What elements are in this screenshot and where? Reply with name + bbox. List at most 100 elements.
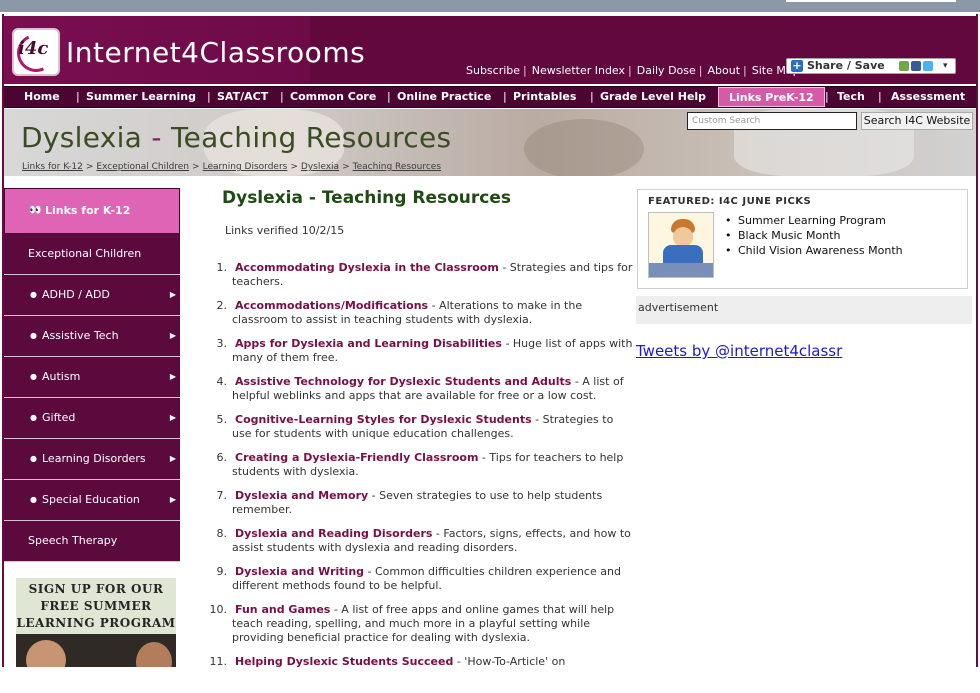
sidebar-item[interactable]: Speech Therapy bbox=[4, 521, 180, 562]
sidebar-item-label: Speech Therapy bbox=[28, 534, 118, 547]
top-link[interactable]: Newsletter Index bbox=[532, 64, 625, 77]
sidebar-item-label: Links for K-12 bbox=[45, 204, 131, 217]
promo-line: SIGN UP FOR OUR bbox=[28, 582, 164, 596]
featured-image[interactable] bbox=[648, 212, 714, 278]
nav-item[interactable]: Tech bbox=[837, 87, 865, 107]
bullet-icon: ● bbox=[30, 454, 37, 463]
resource-number: 2. bbox=[216, 299, 228, 312]
nav-separator: | bbox=[280, 90, 284, 103]
bullet-icon: ● bbox=[30, 290, 37, 299]
resource-link[interactable]: Cognitive-Learning Styles for Dyslexic S… bbox=[235, 413, 532, 426]
share-save-button[interactable]: + Share / Save ▾ bbox=[786, 58, 956, 74]
bullet-icon: ● bbox=[30, 495, 37, 504]
search-button[interactable]: Search I4C Website bbox=[861, 112, 973, 130]
resource-description: - 'How-To-Article' on bbox=[453, 655, 566, 668]
hero-title-part1: Dyslexia bbox=[21, 121, 143, 154]
sidebar-item[interactable]: Exceptional Children bbox=[4, 234, 180, 275]
featured-item[interactable]: Black Music Month bbox=[725, 229, 903, 243]
search-placeholder: Custom Search bbox=[692, 116, 761, 126]
chevron-down-icon: ▾ bbox=[943, 61, 948, 71]
nav-item[interactable]: Assessment bbox=[891, 87, 965, 107]
resource-number: 5. bbox=[216, 413, 228, 426]
top-link[interactable]: About bbox=[707, 64, 740, 77]
email-share-icon bbox=[899, 61, 909, 71]
resource-number: 7. bbox=[216, 489, 228, 502]
sidebar-item[interactable]: ● ▶ Learning Disorders bbox=[4, 439, 180, 480]
nav-item[interactable]: Summer Learning bbox=[86, 87, 196, 107]
breadcrumb-link[interactable]: Links for K-12 bbox=[22, 162, 83, 172]
hero-title-part2: Teaching Resources bbox=[170, 121, 452, 154]
featured-item[interactable]: Summer Learning Program bbox=[725, 214, 903, 228]
chevron-right-icon: ▶ bbox=[169, 372, 176, 381]
sidebar-item-label: Special Education bbox=[42, 493, 140, 506]
top-link[interactable]: Subscribe bbox=[466, 64, 520, 77]
resource-link[interactable]: Dyslexia and Reading Disorders bbox=[235, 527, 432, 540]
resource-number: 4. bbox=[216, 375, 228, 388]
resource-link[interactable]: Dyslexia and Writing bbox=[235, 565, 364, 578]
top-link-separator: | bbox=[743, 64, 747, 77]
nav-separator: | bbox=[207, 90, 211, 103]
featured-item[interactable]: Child Vision Awareness Month bbox=[725, 244, 903, 258]
nav-item[interactable]: Online Practice bbox=[397, 87, 491, 107]
resource-link[interactable]: Accommodations/Modifications bbox=[235, 299, 428, 312]
resource-link[interactable]: Fun and Games bbox=[235, 603, 330, 616]
sidebar-item[interactable]: ● ▶ Special Education bbox=[4, 480, 180, 521]
top-link-separator: | bbox=[698, 64, 703, 77]
resource-item: 10. Fun and Games - A list of free apps a… bbox=[205, 603, 633, 645]
eyes-icon: 👀 bbox=[29, 205, 42, 216]
resource-link[interactable]: Assistive Technology for Dyslexic Studen… bbox=[235, 375, 571, 388]
sidebar-item-label: Assistive Tech bbox=[42, 329, 119, 342]
nav-item[interactable]: Common Core bbox=[290, 87, 376, 107]
chevron-right-icon: ▶ bbox=[169, 413, 176, 422]
logo-area[interactable]: i4c Internet4Classrooms bbox=[4, 16, 365, 84]
breadcrumb-link[interactable]: Learning Disorders bbox=[203, 162, 288, 172]
nav-item[interactable]: SAT/ACT bbox=[217, 87, 268, 107]
resource-item: 7. Dyslexia and Memory - Seven strategies… bbox=[205, 489, 633, 517]
bullet-icon: ● bbox=[30, 372, 37, 381]
nav-item[interactable]: Grade Level Help bbox=[600, 87, 706, 107]
search-input[interactable]: Custom Search bbox=[687, 112, 857, 130]
resource-link[interactable]: Apps for Dyslexia and Learning Disabilit… bbox=[235, 337, 502, 350]
sidebar-item[interactable]: ● ▶ Assistive Tech bbox=[4, 316, 180, 357]
site-name[interactable]: Internet4Classrooms bbox=[66, 36, 365, 69]
site-logo[interactable]: i4c bbox=[11, 28, 61, 78]
resource-item: 2. Accommodations/Modifications - Alterat… bbox=[205, 299, 633, 327]
resource-number: 3. bbox=[216, 337, 228, 350]
breadcrumb-link[interactable]: Dyslexia bbox=[301, 162, 339, 172]
hero-title-dash: - bbox=[142, 121, 171, 154]
twitter-timeline-link[interactable]: Tweets by @internet4classr bbox=[636, 342, 842, 360]
nav-separator: | bbox=[825, 90, 829, 103]
resource-number: 9. bbox=[216, 565, 228, 578]
top-link-separator: | bbox=[628, 64, 632, 77]
nav-item[interactable]: Home bbox=[24, 87, 60, 107]
top-link[interactable]: Daily Dose bbox=[637, 64, 696, 77]
sidebar-item[interactable]: ● ▶ Autism bbox=[4, 357, 180, 398]
nav-item[interactable]: Links PreK-12 bbox=[718, 87, 825, 107]
breadcrumb-separator: > bbox=[290, 162, 298, 172]
resource-link[interactable]: Helping Dyslexic Students Succeed bbox=[235, 655, 453, 668]
resource-item: 1. Accommodating Dyslexia in the Classroo… bbox=[205, 261, 633, 289]
nav-item[interactable]: Printables bbox=[513, 87, 576, 107]
top-strip-box bbox=[786, 0, 956, 2]
sidebar-item-label: Learning Disorders bbox=[42, 452, 146, 465]
breadcrumb-link[interactable]: Exceptional Children bbox=[96, 162, 189, 172]
breadcrumb-link[interactable]: Teaching Resources bbox=[353, 162, 441, 172]
resource-item: 11. Helping Dyslexic Students Succeed - '… bbox=[205, 655, 633, 683]
top-link-separator: | bbox=[523, 64, 527, 77]
breadcrumb-separator: > bbox=[342, 162, 350, 172]
top-links: Subscribe | Newsletter Index | Daily Dose | Ab… bbox=[466, 64, 803, 77]
resource-link[interactable]: Dyslexia and Memory bbox=[235, 489, 368, 502]
sidebar-item[interactable]: ● ▶ ADHD / ADD bbox=[4, 275, 180, 316]
sidebar-item-label: Autism bbox=[42, 370, 81, 383]
resource-link[interactable]: Creating a Dyslexia-Friendly Classroom bbox=[235, 451, 478, 464]
summer-learning-promo[interactable]: SIGN UP FOR OUR FREE SUMMER LEARNING PRO… bbox=[16, 578, 176, 667]
share-label: Share / Save bbox=[807, 59, 885, 72]
sidebar-item[interactable]: 👀 Links for K-12 bbox=[4, 188, 180, 234]
featured-list: Summer Learning ProgramBlack Music Month… bbox=[725, 214, 903, 259]
sidebar-item-label: Exceptional Children bbox=[28, 247, 142, 260]
sidebar-item[interactable]: ● ▶ Gifted bbox=[4, 398, 180, 439]
resource-link[interactable]: Accommodating Dyslexia in the Classroom bbox=[235, 261, 499, 274]
resource-number: 1. bbox=[216, 261, 228, 274]
facebook-icon bbox=[911, 61, 921, 71]
nav-separator: | bbox=[387, 90, 391, 103]
